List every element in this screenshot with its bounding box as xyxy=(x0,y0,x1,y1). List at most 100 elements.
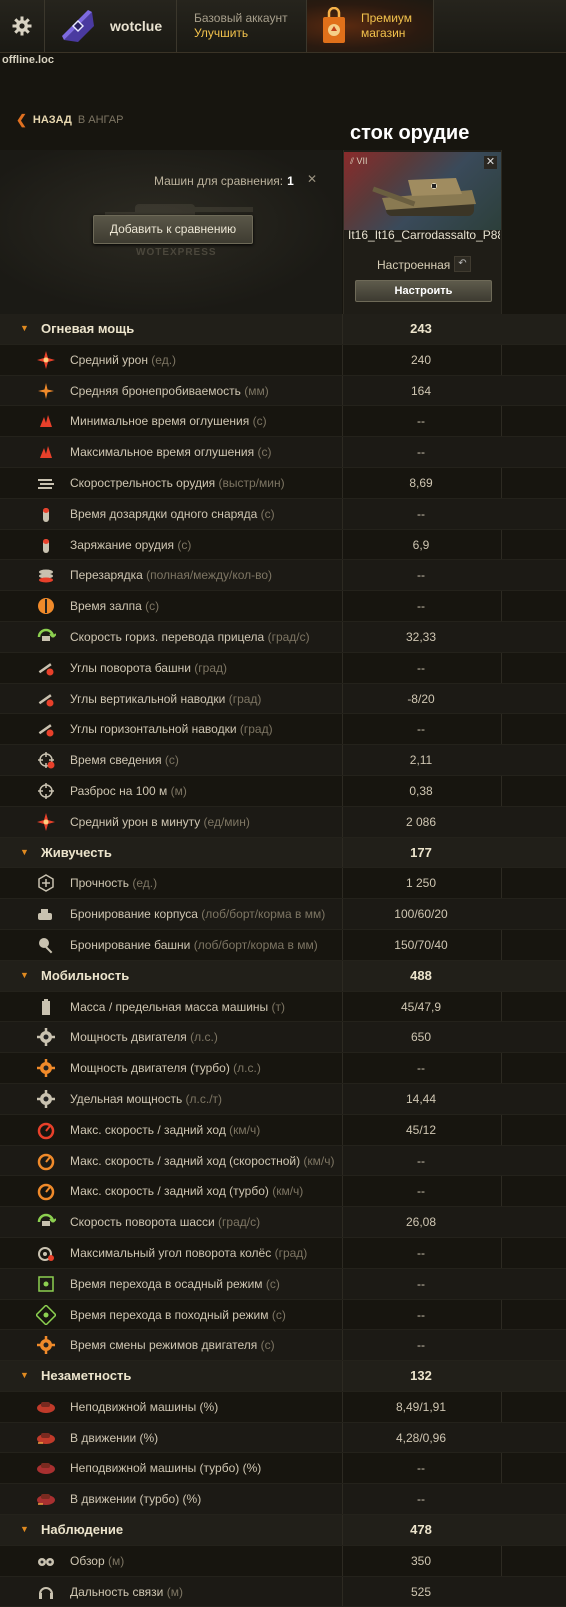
stat-unit: (с) xyxy=(141,599,160,614)
compare-count-value: 1 xyxy=(287,174,294,188)
stat-label: Максимальное время оглушения (с) xyxy=(70,445,271,459)
stat-unit: (с) xyxy=(174,537,192,552)
stat-label: Перезарядка (полная/между/кол-во) xyxy=(70,568,272,582)
hull-traverse-icon xyxy=(36,1212,57,1232)
clear-compare-close-icon[interactable]: ✕ xyxy=(305,172,319,186)
stat-value: 240 xyxy=(410,352,432,367)
stat-label: В движении (%) xyxy=(70,1431,158,1445)
speed-turbo-icon xyxy=(36,1181,56,1201)
stat-label-text: Минимальное время оглушения xyxy=(70,414,250,429)
stat-unit: (с) xyxy=(257,1338,275,1353)
stat-label-text: Время смены режимов двигателя xyxy=(70,1338,258,1353)
stun-max-icon xyxy=(36,442,56,462)
power-ratio-icon xyxy=(36,1089,56,1109)
tier-badge: ⫽ VII xyxy=(350,156,368,167)
stat-label-text: Средняя бронепробиваемость xyxy=(70,383,241,398)
chevron-down-icon[interactable]: ▼ xyxy=(20,970,29,980)
section-header[interactable]: ▼ Незаметность 132 xyxy=(0,1361,566,1392)
stat-unit: (км/ч) xyxy=(225,1122,261,1137)
section-title: Живучесть xyxy=(41,844,112,860)
stat-value: -- xyxy=(417,1276,425,1291)
stat-unit: (лоб/борт/корма в мм) xyxy=(190,937,318,952)
engine-mode-icon xyxy=(36,1335,56,1355)
stat-label: Время залпа (с) xyxy=(70,599,159,613)
topbar-divider xyxy=(44,0,45,52)
stat-label-text: Неподвижной машины (турбо) (%) xyxy=(70,1461,262,1476)
stat-label: Бронирование корпуса (лоб/борт/корма в м… xyxy=(70,907,325,921)
stat-label: Макс. скорость / задний ход (скоростной)… xyxy=(70,1154,335,1168)
stat-value: 1 250 xyxy=(405,876,437,891)
radio-range-icon xyxy=(36,1582,56,1602)
remove-vehicle-close-icon[interactable]: ✕ xyxy=(484,156,497,169)
config-status: Настроенная xyxy=(377,258,451,272)
chevron-down-icon[interactable]: ▼ xyxy=(20,847,29,857)
stat-row: Макс. скорость / задний ход (скоростной)… xyxy=(0,1145,566,1177)
stat-row: Максимальное время оглушения (с) -- xyxy=(0,437,566,468)
username[interactable]: wotclue xyxy=(110,18,162,34)
section-score: 243 xyxy=(410,321,432,336)
stat-label: Обзор (м) xyxy=(70,1554,124,1568)
stat-label-text: Максимальный угол поворота колёс xyxy=(70,1245,272,1260)
stat-value: -- xyxy=(417,722,425,737)
stat-label: Углы вертикальной наводки (град) xyxy=(70,692,261,706)
upgrade-account-link[interactable]: Улучшить xyxy=(194,26,248,40)
turret-angle-icon xyxy=(36,658,56,678)
stat-label-text: Макс. скорость / задний ход (скоростной) xyxy=(70,1153,301,1168)
stat-value: -- xyxy=(417,1461,425,1476)
stat-row: Неподвижной машины (турбо) (%) -- xyxy=(0,1453,566,1485)
section-header[interactable]: ▼ Живучесть 177 xyxy=(0,837,566,869)
vehicle-name: It16_It16_Carrodassalto_P88 xyxy=(348,228,500,242)
stat-label: Время перехода в осадный режим (с) xyxy=(70,1277,280,1291)
stat-row: Заряжание орудия (с) 6,9 xyxy=(0,529,566,561)
stat-label-text: Обзор xyxy=(70,1553,105,1568)
hull-armor-icon xyxy=(36,904,56,924)
stat-label-text: Углы вертикальной наводки xyxy=(70,691,226,706)
stat-row: Время дозарядки одного снаряда (с) -- xyxy=(0,498,566,530)
chevron-down-icon[interactable]: ▼ xyxy=(20,1370,29,1380)
chevron-down-icon[interactable]: ▼ xyxy=(20,1524,29,1534)
stat-row: Средний урон в минуту (ед/мин) 2 086 xyxy=(0,806,566,838)
stat-label: Макс. скорость / задний ход (км/ч) xyxy=(70,1123,260,1137)
stat-unit: (км/ч) xyxy=(268,1184,304,1199)
configure-button[interactable]: Настроить xyxy=(355,280,492,302)
stat-value: -- xyxy=(417,445,425,460)
section-title: Незаметность xyxy=(41,1368,132,1384)
siege-mode-icon xyxy=(36,1274,56,1294)
stat-label: Мощность двигателя (л.с.) xyxy=(70,1030,218,1044)
stat-label: Скорострельность орудия (выстр/мин) xyxy=(70,476,285,490)
reset-config-icon[interactable]: ↶ xyxy=(454,256,471,272)
shell-reload-icon xyxy=(36,504,56,524)
premium-shop-label-line1: Премиум xyxy=(361,11,413,25)
stat-value: -- xyxy=(417,1338,425,1353)
stat-label: Максимальный угол поворота колёс (град) xyxy=(70,1246,307,1260)
speed-fast-icon xyxy=(36,1151,56,1171)
stat-label: Углы горизонтальной наводки (град) xyxy=(70,722,273,736)
stat-row: Углы поворота башни (град) -- xyxy=(0,652,566,684)
stat-label: Дальность связи (м) xyxy=(70,1585,183,1599)
stat-unit: (с) xyxy=(254,445,272,460)
add-to-compare-button[interactable]: Добавить к сравнению xyxy=(93,215,253,244)
stat-row: Макс. скорость / задний ход (турбо) (км/… xyxy=(0,1176,566,1208)
section-header[interactable]: ▼ Мобильность 488 xyxy=(0,960,566,992)
section-header[interactable]: ▼ Наблюдение 478 xyxy=(0,1515,566,1546)
settings-button[interactable] xyxy=(0,0,44,52)
topbar-divider xyxy=(176,0,177,52)
stat-label: Средняя бронепробиваемость (мм) xyxy=(70,384,269,398)
stat-label-text: Удельная мощность xyxy=(70,1091,183,1106)
stat-label-text: Скорость гориз. перевода прицела xyxy=(70,629,265,644)
back-button[interactable]: ❮ НАЗАД В АНГАР xyxy=(16,112,123,128)
stat-label-text: Средний урон xyxy=(70,352,148,367)
stat-unit: (полная/между/кол-во) xyxy=(142,568,273,583)
stat-row: Скорость гориз. перевода прицела (град/с… xyxy=(0,621,566,653)
account-emblem-icon[interactable] xyxy=(58,6,98,46)
back-destination: В АНГАР xyxy=(77,114,124,126)
premium-shop-button[interactable]: Премиум магазин xyxy=(307,0,433,52)
stat-unit: (с) xyxy=(257,506,275,521)
stat-unit: (ед.) xyxy=(147,352,177,367)
stat-unit: (ед/мин) xyxy=(200,814,250,829)
stat-label-text: Время залпа xyxy=(70,599,142,614)
section-header[interactable]: ▼ Огневая мощь 243 xyxy=(0,314,566,345)
speed-icon xyxy=(36,1120,56,1140)
stat-unit: (л.с.) xyxy=(229,1061,261,1076)
chevron-down-icon[interactable]: ▼ xyxy=(20,323,29,333)
